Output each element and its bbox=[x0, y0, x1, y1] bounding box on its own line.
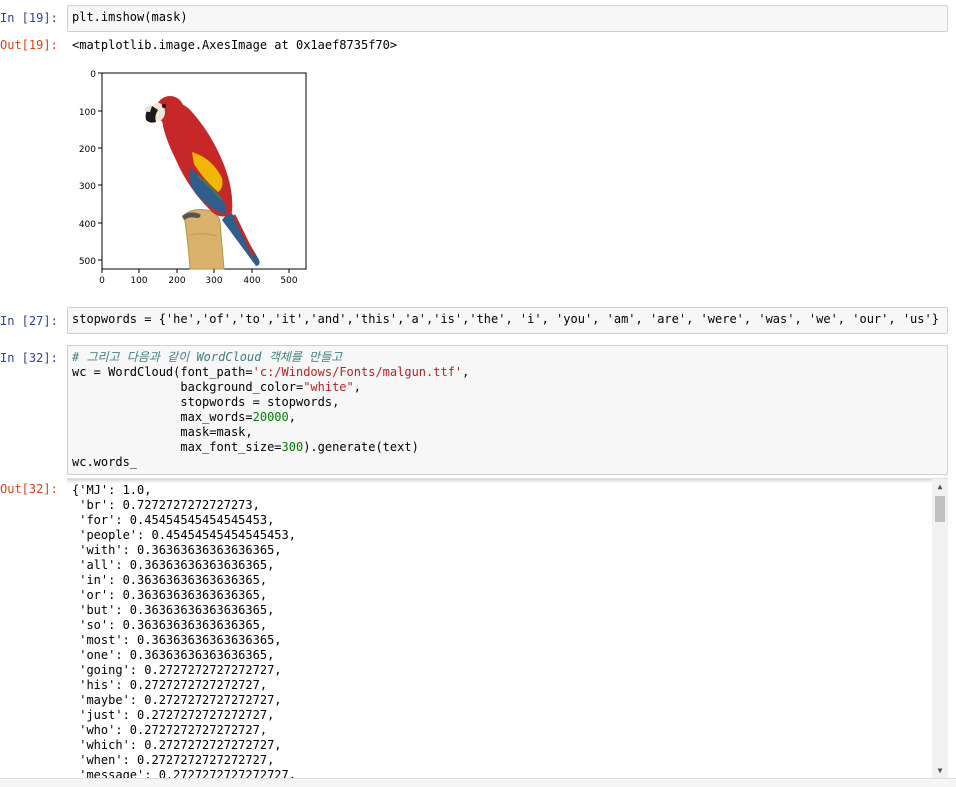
output-line: 'br': 0.7272727272727273, bbox=[72, 498, 260, 512]
cell19-output-text: <matplotlib.image.AxesImage at 0x1aef873… bbox=[72, 38, 398, 52]
cell32-in-prompt: In [32]: bbox=[0, 351, 58, 365]
y-axis: 0 100 200 300 400 500 bbox=[79, 70, 102, 267]
cell32-code-line: stopwords = stopwords, bbox=[72, 395, 340, 409]
output-line: 'with': 0.36363636363636365, bbox=[72, 543, 282, 557]
y-tick-label: 200 bbox=[79, 145, 96, 155]
output-line: 'but': 0.36363636363636365, bbox=[72, 603, 275, 617]
output-line: 'maybe': 0.2727272727272727, bbox=[72, 693, 282, 707]
output-line: 'so': 0.36363636363636365, bbox=[72, 618, 268, 632]
imshow-figure: 0 100 200 300 400 500 0 100 200 300 400 … bbox=[72, 60, 322, 290]
output-lines: {'MJ': 1.0, 'br': 0.7272727272727273, 'f… bbox=[72, 483, 296, 779]
cell19-in-prompt: In [19]: bbox=[0, 11, 58, 25]
y-tick-label: 500 bbox=[79, 257, 96, 267]
cell32-output-scroll[interactable]: {'MJ': 1.0, 'br': 0.7272727272727273, 'f… bbox=[67, 478, 948, 779]
imshow-plot: 0 100 200 300 400 500 0 100 200 300 400 … bbox=[79, 70, 307, 286]
output-line: {'MJ': 1.0, bbox=[72, 483, 152, 497]
y-tick-label: 400 bbox=[79, 220, 96, 230]
cell32-code-line: mask=mask, bbox=[72, 425, 253, 439]
cell27-in-prompt: In [27]: bbox=[0, 314, 58, 328]
output-scrollbar[interactable]: ▲ ▼ bbox=[932, 479, 948, 779]
output-line: 'when': 0.2727272727272727, bbox=[72, 753, 275, 767]
output-line: 'most': 0.36363636363636365, bbox=[72, 633, 282, 647]
y-tick-label: 0 bbox=[90, 70, 96, 80]
output-line: 'just': 0.2727272727272727, bbox=[72, 708, 275, 722]
cell27-code: stopwords = {'he','of','to','it','and','… bbox=[72, 312, 939, 326]
output-line: 'his': 0.2727272727272727, bbox=[72, 678, 268, 692]
cell32-code-line: max_words=20000, bbox=[72, 410, 296, 424]
scroll-thumb[interactable] bbox=[935, 496, 945, 522]
scroll-down-arrow-icon[interactable]: ▼ bbox=[932, 763, 948, 779]
output-line: 'in': 0.36363636363636365, bbox=[72, 573, 268, 587]
output-line: 'or': 0.36363636363636365, bbox=[72, 588, 268, 602]
x-tick-label: 100 bbox=[130, 276, 147, 286]
cell32-code-line: wc = WordCloud(font_path='c:/Windows/Fon… bbox=[72, 365, 470, 379]
x-tick-label: 400 bbox=[243, 276, 260, 286]
cell32-input[interactable]: # 그리고 다음과 같이 WordCloud 객체를 만들고 wc = Word… bbox=[67, 345, 948, 475]
cell32-comment: # 그리고 다음과 같이 WordCloud 객체를 만들고 bbox=[72, 350, 343, 364]
y-tick-label: 100 bbox=[79, 108, 96, 118]
x-tick-label: 300 bbox=[205, 276, 222, 286]
cell32-code-line: background_color="white", bbox=[72, 380, 361, 394]
cell19-input[interactable]: plt.imshow(mask) bbox=[67, 5, 948, 32]
x-tick-label: 500 bbox=[280, 276, 297, 286]
output-line: 'which': 0.2727272727272727, bbox=[72, 738, 282, 752]
cell19-out-prompt: Out[19]: bbox=[0, 38, 58, 52]
x-tick-label: 200 bbox=[168, 276, 185, 286]
cell32-out-prompt: Out[32]: bbox=[0, 482, 58, 496]
y-tick-label: 300 bbox=[79, 182, 96, 192]
cell32-code-line: max_font_size=300).generate(text) bbox=[72, 440, 419, 454]
x-tick-label: 0 bbox=[99, 276, 105, 286]
output-line: 'for': 0.45454545454545453, bbox=[72, 513, 275, 527]
cell19-code: plt.imshow(mask) bbox=[72, 10, 188, 24]
x-axis: 0 100 200 300 400 500 bbox=[99, 269, 298, 286]
scroll-up-arrow-icon[interactable]: ▲ bbox=[932, 479, 948, 495]
cell32-code-line: wc.words_ bbox=[72, 455, 138, 469]
output-line: 'people': 0.45454545454545453, bbox=[72, 528, 296, 542]
cell27-input[interactable]: stopwords = {'he','of','to','it','and','… bbox=[67, 307, 948, 334]
output-line: 'all': 0.36363636363636365, bbox=[72, 558, 275, 572]
output-line: 'who': 0.2727272727272727, bbox=[72, 723, 268, 737]
output-line: 'one': 0.36363636363636365, bbox=[72, 648, 275, 662]
output-line: 'going': 0.2727272727272727, bbox=[72, 663, 282, 677]
